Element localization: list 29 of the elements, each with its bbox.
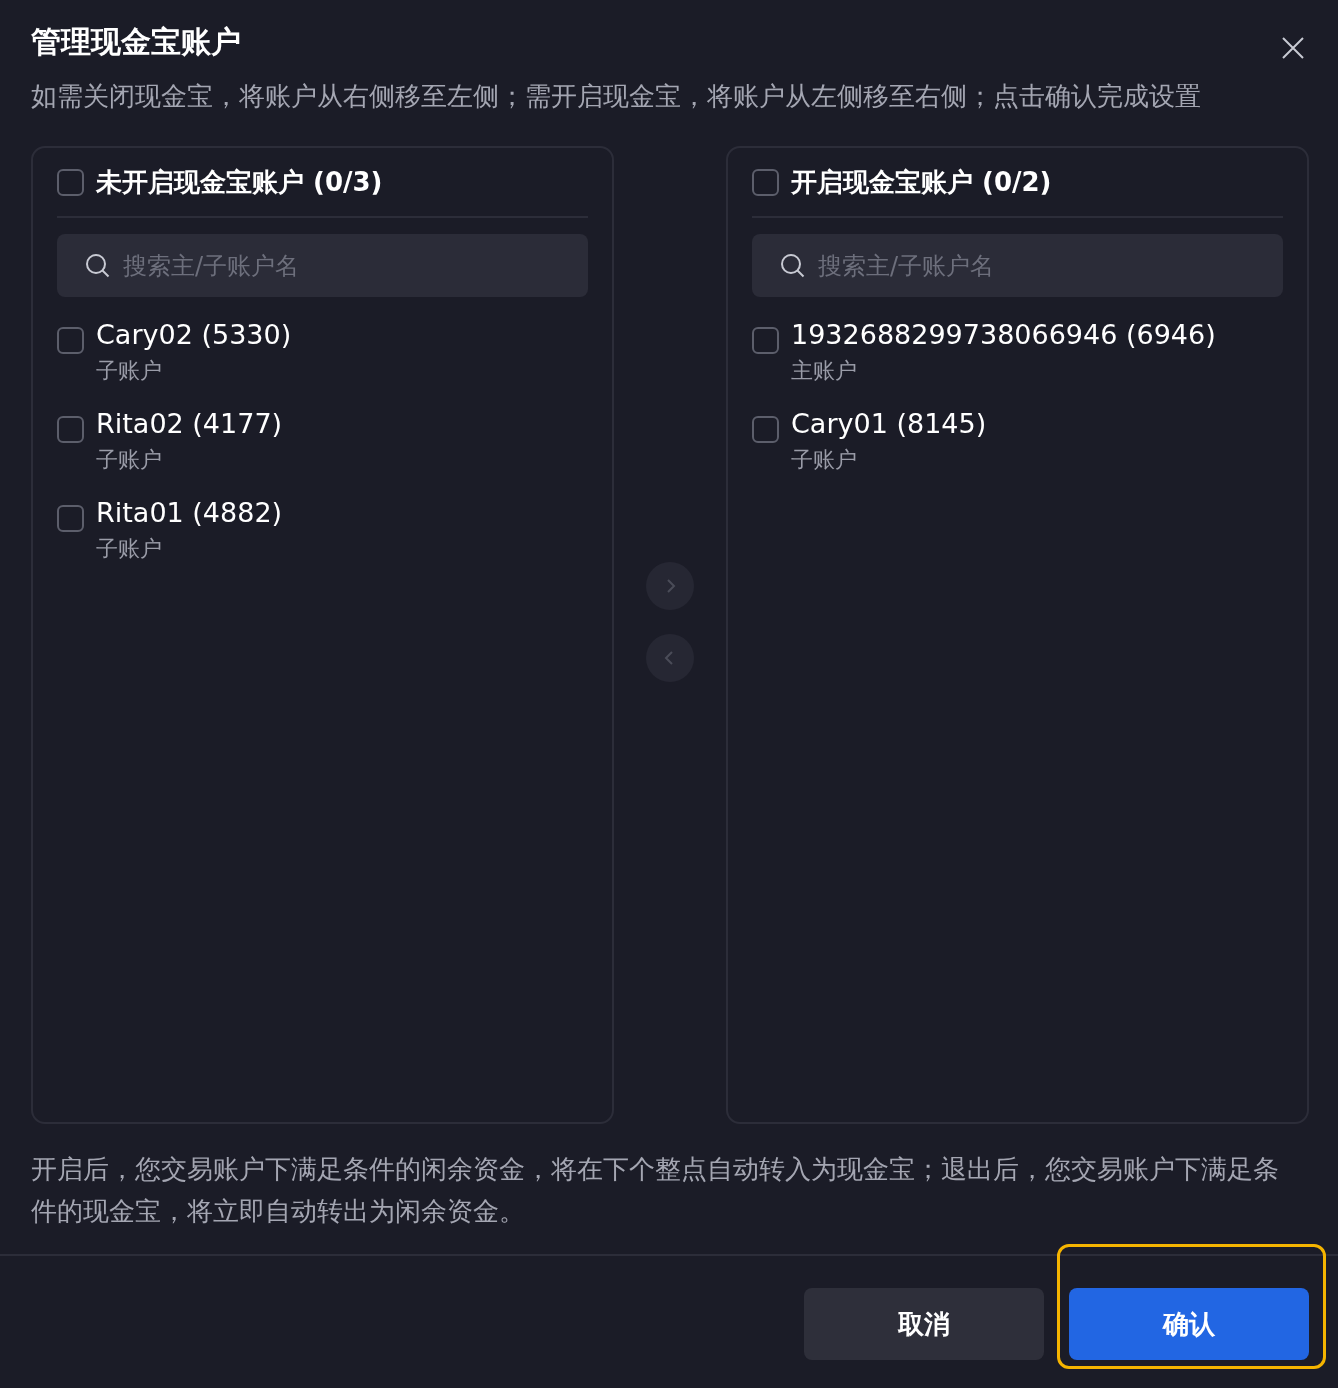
account-name: Rita02 (4177) bbox=[96, 408, 283, 439]
panel-title: 开启现金宝账户 (0/2) bbox=[791, 165, 1052, 199]
account-type: 主账户 bbox=[791, 357, 858, 385]
checkbox[interactable] bbox=[57, 505, 84, 532]
account-type: 子账户 bbox=[96, 357, 163, 385]
account-type: 子账户 bbox=[791, 446, 858, 474]
search-field[interactable]: 搜索主/子账户名 bbox=[752, 234, 1283, 297]
checkbox[interactable] bbox=[57, 327, 84, 354]
checkbox[interactable] bbox=[752, 168, 779, 196]
close-button[interactable] bbox=[1281, 35, 1305, 60]
panel-title: 未开启现金宝账户 (0/3) bbox=[96, 165, 383, 199]
cancel-button[interactable]: 取消 bbox=[804, 1288, 1044, 1360]
account-name: 1932688299738066946 (6946) bbox=[791, 319, 1216, 350]
checkbox[interactable] bbox=[752, 416, 779, 443]
account-name: Rita01 (4882) bbox=[96, 497, 283, 528]
note-text: 开启后，您交易账户下满足条件的闲余资金，将在下个整点自动转入为现金宝；退出后，您交易账户下满足条件的现金宝，将立即自动转出为闲余资金。 bbox=[31, 1153, 1280, 1228]
checkbox[interactable] bbox=[57, 416, 84, 443]
checkbox[interactable] bbox=[57, 168, 84, 196]
account-name: Cary02 (5330) bbox=[96, 319, 292, 350]
search-icon bbox=[780, 253, 806, 279]
confirm-button[interactable]: 确认 bbox=[1069, 1288, 1309, 1360]
account-type: 子账户 bbox=[96, 535, 163, 563]
search-icon bbox=[85, 253, 111, 279]
instruction-text: 如需关闭现金宝，将账户从右侧移至左侧；需开启现金宝，将账户从左侧移至右侧；点击确认完成设置 bbox=[31, 80, 1202, 113]
account-name: Cary01 (8145) bbox=[791, 408, 987, 439]
dialog-title: 管理现金宝账户 bbox=[31, 23, 241, 61]
account-type: 子账户 bbox=[96, 446, 163, 474]
search-field[interactable]: 搜索主/子账户名 bbox=[57, 234, 588, 297]
checkbox[interactable] bbox=[752, 327, 779, 354]
